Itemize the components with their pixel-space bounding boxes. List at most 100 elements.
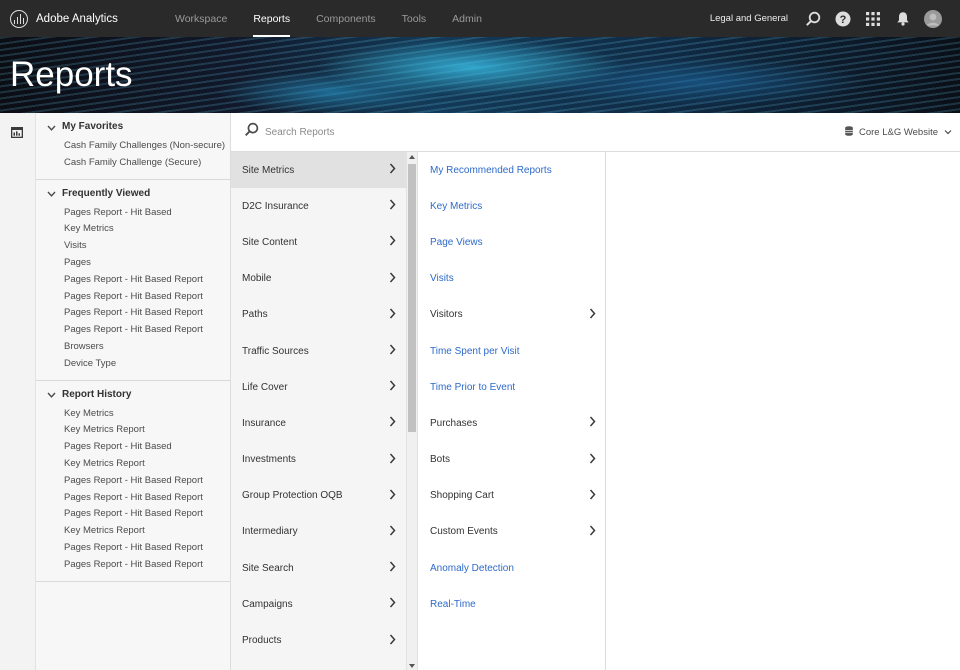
nav-tab-workspace[interactable]: Workspace bbox=[162, 0, 240, 37]
categories-scrollbar[interactable] bbox=[406, 152, 418, 670]
report-submenu-item[interactable]: Bots bbox=[418, 442, 605, 478]
scroll-up-arrow-icon[interactable] bbox=[409, 155, 415, 159]
chevron-right-icon bbox=[389, 235, 396, 249]
report-link[interactable]: Real-Time bbox=[418, 586, 605, 622]
chevron-right-icon bbox=[389, 380, 396, 394]
report-submenu-item[interactable]: Shopping Cart bbox=[418, 478, 605, 514]
report-suite-selector[interactable]: Core L&G Website bbox=[845, 113, 952, 152]
report-link[interactable]: Time Spent per Visit bbox=[418, 333, 605, 369]
report-label: Time Prior to Event bbox=[430, 381, 516, 393]
sidebar-report-link[interactable]: Pages Report - Hit Based Report bbox=[36, 490, 230, 507]
category-item[interactable]: Mobile bbox=[231, 261, 406, 297]
category-item[interactable]: Campaigns bbox=[231, 586, 406, 622]
category-item[interactable]: Intermediary bbox=[231, 514, 406, 550]
bell-icon[interactable] bbox=[888, 0, 918, 37]
report-submenu-item[interactable]: Visitors bbox=[418, 297, 605, 333]
svg-text:?: ? bbox=[840, 14, 847, 26]
sidebar-report-link[interactable]: Pages Report - Hit Based Report bbox=[36, 540, 230, 557]
sidebar-report-link[interactable]: Key Metrics bbox=[36, 221, 230, 238]
report-link[interactable]: My Recommended Reports bbox=[418, 152, 605, 188]
nav-tab-components[interactable]: Components bbox=[303, 0, 389, 37]
section-header[interactable]: Frequently Viewed bbox=[36, 187, 230, 200]
section-header[interactable]: Report History bbox=[36, 388, 230, 401]
company-name[interactable]: Legal and General bbox=[710, 13, 788, 24]
sidebar-report-link[interactable]: Visits bbox=[36, 238, 230, 255]
report-label: My Recommended Reports bbox=[430, 164, 552, 176]
report-label: Shopping Cart bbox=[430, 490, 494, 502]
nav-tab-tools[interactable]: Tools bbox=[389, 0, 440, 37]
report-link[interactable]: Visits bbox=[418, 261, 605, 297]
sidebar-report-link[interactable]: Key Metrics Report bbox=[36, 422, 230, 439]
sidebar-report-link[interactable]: Pages Report - Hit Based Report bbox=[36, 272, 230, 289]
category-item[interactable]: Insurance bbox=[231, 405, 406, 441]
nav-tab-reports[interactable]: Reports bbox=[240, 0, 303, 37]
chevron-right-icon bbox=[389, 416, 396, 430]
apps-grid-icon[interactable] bbox=[858, 0, 888, 37]
report-label: Visits bbox=[430, 273, 454, 285]
sidebar-report-link[interactable]: Pages Report - Hit Based Report bbox=[36, 322, 230, 339]
category-label: Paths bbox=[242, 309, 268, 321]
sidebar-report-link[interactable]: Pages Report - Hit Based Report bbox=[36, 289, 230, 306]
nav-tab-admin[interactable]: Admin bbox=[439, 0, 495, 37]
chevron-down-icon[interactable] bbox=[47, 385, 56, 403]
sidebar-report-link[interactable]: Pages bbox=[36, 255, 230, 272]
scroll-down-arrow-icon[interactable] bbox=[409, 664, 415, 668]
sidebar-report-link[interactable]: Pages Report - Hit Based Report bbox=[36, 473, 230, 490]
report-submenu-item[interactable]: Custom Events bbox=[418, 514, 605, 550]
brand[interactable]: Adobe Analytics bbox=[10, 9, 160, 28]
category-label: D2C Insurance bbox=[242, 200, 309, 212]
sidebar-report-link[interactable]: Pages Report - Hit Based bbox=[36, 439, 230, 456]
report-label: Real-Time bbox=[430, 598, 476, 610]
chevron-down-icon[interactable] bbox=[47, 118, 56, 136]
sidebar-report-link[interactable]: Pages Report - Hit Based Report bbox=[36, 557, 230, 574]
category-item[interactable]: Traffic Sources bbox=[231, 333, 406, 369]
chevron-right-icon bbox=[389, 453, 396, 467]
category-label: Investments bbox=[242, 454, 296, 466]
help-icon[interactable]: ? bbox=[828, 0, 858, 37]
category-item[interactable]: Group Protection OQB bbox=[231, 478, 406, 514]
category-label: Group Protection OQB bbox=[242, 490, 343, 502]
category-item[interactable]: D2C Insurance bbox=[231, 188, 406, 224]
search-icon[interactable] bbox=[798, 0, 828, 37]
sidebar-report-link[interactable]: Browsers bbox=[36, 339, 230, 356]
category-label: Mobile bbox=[242, 273, 272, 285]
search-reports-input[interactable] bbox=[265, 126, 565, 138]
sidebar-report-link[interactable]: Key Metrics bbox=[36, 406, 230, 423]
sidebar-report-link[interactable]: Pages Report - Hit Based Report bbox=[36, 305, 230, 322]
nav-tabs: Workspace Reports Components Tools Admin bbox=[162, 0, 495, 37]
report-label: Bots bbox=[430, 454, 451, 466]
category-label: Site Search bbox=[242, 562, 294, 574]
section-header[interactable]: My Favorites bbox=[36, 120, 230, 133]
chevron-right-icon bbox=[589, 308, 596, 322]
report-link[interactable]: Key Metrics bbox=[418, 188, 605, 224]
sidebar-report-link[interactable]: Key Metrics Report bbox=[36, 456, 230, 473]
category-item[interactable]: Paths bbox=[231, 297, 406, 333]
category-item[interactable]: Site Search bbox=[231, 550, 406, 586]
sidebar-report-link[interactable]: Pages Report - Hit Based Report bbox=[36, 506, 230, 523]
sidebar-report-link[interactable]: Key Metrics Report bbox=[36, 523, 230, 540]
report-link[interactable]: Anomaly Detection bbox=[418, 550, 605, 586]
scrollbar-thumb[interactable] bbox=[408, 164, 416, 432]
sidebar-report-link[interactable]: Cash Family Challenge (Secure) bbox=[36, 155, 230, 172]
top-nav: Adobe Analytics Workspace Reports Componen… bbox=[0, 0, 960, 37]
report-submenu-item[interactable]: Purchases bbox=[418, 405, 605, 441]
section-frequently-viewed: Frequently Viewed Pages Report - Hit Base… bbox=[36, 180, 230, 381]
category-label: Life Cover bbox=[242, 381, 288, 393]
report-categories: Site Metrics D2C Insurance Site Content Mob… bbox=[231, 152, 406, 670]
avatar[interactable] bbox=[918, 0, 948, 37]
category-item[interactable]: Site Content bbox=[231, 224, 406, 260]
report-link[interactable]: Time Prior to Event bbox=[418, 369, 605, 405]
report-panel-toggle-icon[interactable] bbox=[11, 125, 23, 143]
sidebar-report-link[interactable]: Pages Report - Hit Based bbox=[36, 205, 230, 222]
database-icon bbox=[845, 126, 853, 139]
chevron-down-icon[interactable] bbox=[47, 184, 56, 202]
sidebar-report-link[interactable]: Device Type bbox=[36, 356, 230, 373]
sidebar-report-link[interactable]: Cash Family Challenges (Non-secure) bbox=[36, 138, 230, 155]
category-item[interactable]: Site Metrics bbox=[231, 152, 406, 189]
chevron-right-icon bbox=[389, 597, 396, 611]
report-link[interactable]: Page Views bbox=[418, 224, 605, 260]
category-item[interactable]: Life Cover bbox=[231, 369, 406, 405]
category-item[interactable]: Products bbox=[231, 622, 406, 658]
chevron-right-icon bbox=[589, 525, 596, 539]
category-item[interactable]: Investments bbox=[231, 442, 406, 478]
